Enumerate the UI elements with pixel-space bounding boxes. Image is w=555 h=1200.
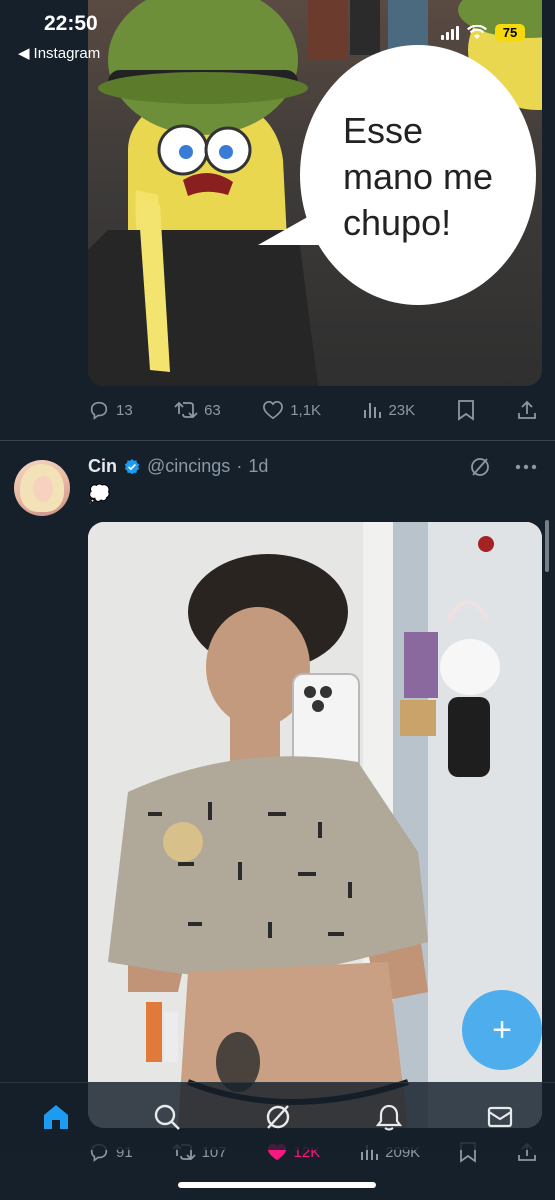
- post-divider: [0, 440, 555, 441]
- plus-icon: +: [492, 1010, 512, 1049]
- wifi-icon: [467, 24, 487, 39]
- nav-grok[interactable]: [248, 1087, 308, 1147]
- views-button[interactable]: 23K: [362, 400, 415, 420]
- bookmark-button[interactable]: [457, 399, 475, 421]
- display-name[interactable]: Cin: [88, 456, 117, 477]
- nav-notifications[interactable]: [359, 1087, 419, 1147]
- reply-button[interactable]: 13: [88, 399, 133, 421]
- status-icons: 75: [441, 24, 525, 41]
- home-icon: [43, 1104, 68, 1129]
- like-button[interactable]: 1,1K: [262, 400, 321, 420]
- repost-count: 63: [204, 401, 221, 419]
- nav-home[interactable]: [26, 1087, 86, 1147]
- home-indicator[interactable]: [178, 1182, 376, 1188]
- user-handle[interactable]: @cincings: [147, 456, 230, 477]
- views-icon: [364, 403, 382, 418]
- post-time[interactable]: 1d: [248, 456, 268, 477]
- grok-icon[interactable]: [469, 456, 491, 478]
- battery-icon: 75: [495, 24, 525, 41]
- post-text: 💭: [88, 484, 111, 504]
- share-button[interactable]: [516, 399, 538, 421]
- heart-icon: [263, 400, 284, 420]
- reply-icon: [90, 401, 108, 420]
- reply-count: 13: [116, 401, 133, 419]
- bookmark-icon: [457, 400, 474, 421]
- repost-icon: [174, 401, 198, 419]
- like-count: 1,1K: [290, 401, 322, 419]
- status-time: 22:50: [44, 12, 98, 35]
- scrollbar[interactable]: [545, 520, 549, 572]
- post-header: Cin @cincings · 1d: [88, 456, 268, 477]
- messages-icon: [487, 1106, 512, 1127]
- share-icon: [518, 400, 536, 419]
- header-separator: ·: [236, 456, 243, 476]
- nav-messages[interactable]: [470, 1087, 530, 1147]
- status-bar: 22:50 ◀ Instagram 75: [0, 0, 555, 70]
- nav-search[interactable]: [137, 1087, 197, 1147]
- back-triangle-icon: ◀: [18, 45, 30, 62]
- post-actions: 13 63 1,1K 23K: [88, 396, 538, 424]
- views-count: 23K: [388, 401, 416, 419]
- timeline-screen: 22:50 ◀ Instagram 75 Esse mano me chupo!…: [0, 0, 555, 1200]
- post-header-actions: [469, 456, 537, 478]
- avatar[interactable]: [14, 460, 70, 516]
- signal-icon: [441, 25, 459, 40]
- repost-button[interactable]: 63: [174, 399, 221, 421]
- search-icon: [154, 1104, 180, 1130]
- bottom-nav: [0, 1082, 555, 1150]
- notifications-icon: [375, 1104, 402, 1131]
- meme-caption: Esse mano me chupo!: [343, 110, 494, 243]
- more-options-icon[interactable]: [515, 464, 537, 470]
- verified-badge-icon: [124, 458, 140, 474]
- back-app-label: Instagram: [33, 44, 101, 62]
- back-to-app-button[interactable]: ◀ Instagram: [18, 44, 101, 63]
- compose-button[interactable]: +: [462, 990, 542, 1070]
- grok-icon: [266, 1104, 289, 1129]
